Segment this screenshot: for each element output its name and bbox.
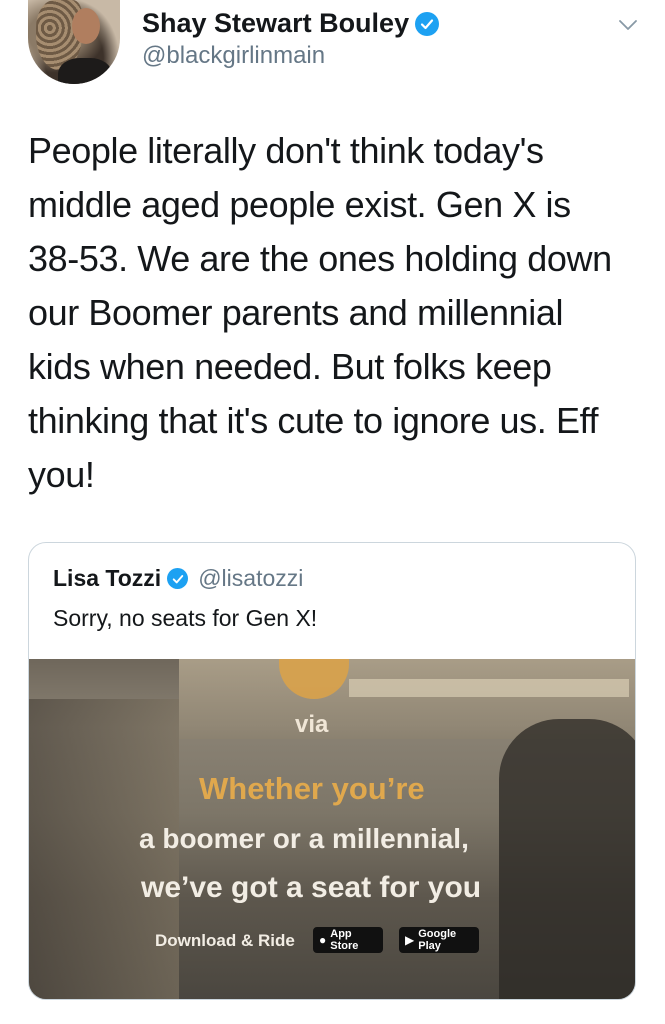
author-display-name[interactable]: Shay Stewart Bouley [142, 8, 409, 39]
photo-light-strip [349, 679, 629, 697]
quoted-tweet-photo[interactable]: via Whether you’re a boomer or a millenn… [29, 659, 635, 999]
author-handle[interactable]: @blackgirlinmain [142, 42, 325, 70]
tweet-text-line: you! [28, 454, 95, 495]
tweet-text-line: kids when needed. But folks keep [28, 346, 552, 387]
quoted-display-name: Lisa Tozzi [53, 565, 162, 591]
quoted-author-row: Lisa Tozzi @lisatozzi [53, 565, 303, 592]
ad-headline-line2: a boomer or a millennial, [139, 823, 469, 854]
tweet-text-line: People literally don't think today's [28, 130, 544, 171]
avatar-face [72, 8, 100, 44]
tweet-text-line: thinking that it's cute to ignore us. Ef… [28, 400, 599, 441]
avatar[interactable] [28, 0, 120, 84]
avatar-shirt [58, 58, 112, 84]
app-store-badge: ● App Store [313, 927, 383, 953]
tweet-text: People literally don't think today's mid… [28, 124, 648, 502]
author-name-row: Shay Stewart Bouley [142, 8, 440, 39]
play-icon: ▶ [405, 933, 415, 947]
google-play-badge: ▶ Google Play [399, 927, 479, 953]
tweet-text-line: middle aged people exist. Gen X is [28, 184, 571, 225]
tweet-text-line: our Boomer parents and millennial [28, 292, 564, 333]
verified-badge-icon [415, 11, 440, 36]
quoted-tweet-card[interactable]: Lisa Tozzi @lisatozzi Sorry, no seats fo… [28, 542, 636, 1000]
ad-headline-line1: Whether you’re [199, 771, 425, 806]
google-play-label: Google Play [418, 928, 457, 952]
ad-cta: Download & Ride [155, 931, 295, 950]
quoted-tweet-text: Sorry, no seats for Gen X! [53, 605, 318, 631]
photo-person-silhouette [499, 719, 635, 999]
apple-icon: ● [319, 933, 327, 947]
verified-badge-icon [167, 568, 189, 589]
ad-brand: via [295, 711, 329, 738]
ad-headline-line3: we’ve got a seat for you [141, 871, 482, 904]
app-store-label: App Store [330, 928, 359, 952]
quoted-handle: @lisatozzi [198, 565, 304, 591]
tweet-text-line: 38-53. We are the ones holding down [28, 238, 612, 279]
tweet-header: Shay Stewart Bouley @blackgirlinmain [0, 0, 665, 110]
chevron-down-icon[interactable] [618, 18, 638, 32]
